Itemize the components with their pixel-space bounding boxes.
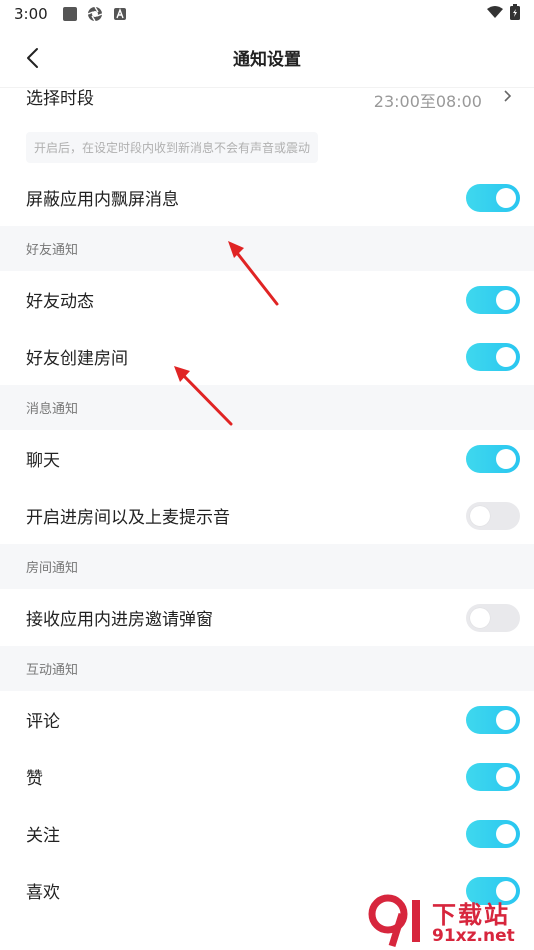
toggle-knob	[496, 289, 516, 310]
like-toggle[interactable]	[466, 762, 520, 791]
section-header-friend: 好友通知	[0, 226, 534, 271]
setting-row-comment: 评论	[0, 691, 534, 748]
battery-icon	[510, 4, 520, 24]
dnd-hint: 开启后，在设定时段内收到新消息不会有声音或震动	[26, 132, 319, 163]
section-header-interaction: 互动通知	[0, 646, 534, 691]
watermark-logo-icon	[368, 894, 420, 948]
friend-activity-toggle[interactable]	[466, 285, 520, 314]
setting-row-like: 赞	[0, 748, 534, 805]
setting-label: 接收应用内进房邀请弹窗	[26, 610, 213, 630]
back-arrow-icon[interactable]	[22, 46, 46, 70]
chat-toggle[interactable]	[466, 444, 520, 473]
watermark: 下载站 91xz.net	[362, 890, 532, 950]
dnd-hint-wrap: 开启后，在设定时段内收到新消息不会有声音或震动	[0, 120, 534, 169]
time-range-value: 23:00至08:00	[373, 92, 482, 111]
section-header-room: 房间通知	[0, 544, 534, 589]
friend-create-room-toggle[interactable]	[466, 342, 520, 371]
setting-label: 好友动态	[26, 292, 94, 312]
setting-label: 好友创建房间	[26, 349, 128, 369]
toggle-knob	[496, 448, 516, 469]
setting-label: 评论	[26, 712, 60, 732]
toggle-knob	[470, 505, 490, 526]
block-float-toggle[interactable]	[466, 183, 520, 212]
watermark-text: 下载站 91xz.net	[432, 895, 515, 946]
setting-label: 聊天	[26, 451, 60, 471]
toggle-knob	[470, 607, 490, 628]
block-float-row: 屏蔽应用内飘屏消息	[0, 169, 534, 226]
toggle-knob	[496, 766, 516, 787]
setting-row-follow: 关注	[0, 805, 534, 862]
setting-row-chat: 聊天	[0, 430, 534, 487]
setting-row-friend-activity: 好友动态	[0, 271, 534, 328]
time-range-row[interactable]: 选择时段 23:00至08:00	[0, 88, 534, 120]
toggle-knob	[496, 823, 516, 844]
watermark-bottom: 91xz.net	[432, 925, 515, 946]
status-time: 3:00	[14, 5, 48, 23]
toggle-knob	[496, 346, 516, 367]
time-range-label: 选择时段	[26, 89, 94, 109]
setting-row-room-sound: 开启进房间以及上麦提示音	[0, 487, 534, 544]
app-notification-icon	[112, 6, 128, 22]
section-header-message: 消息通知	[0, 385, 534, 430]
setting-label: 赞	[26, 769, 43, 789]
setting-row-room-invite: 接收应用内进房邀请弹窗	[0, 589, 534, 646]
gallery-notification-icon	[62, 6, 78, 22]
chevron-right-icon	[500, 88, 514, 102]
aperture-notification-icon	[87, 6, 103, 22]
status-bar: 3:00	[0, 0, 534, 28]
nav-bar: 通知设置	[0, 28, 534, 88]
block-float-label: 屏蔽应用内飘屏消息	[26, 190, 179, 210]
toggle-knob	[496, 709, 516, 730]
setting-label: 关注	[26, 826, 60, 846]
setting-row-friend-create-room: 好友创建房间	[0, 328, 534, 385]
setting-label: 开启进房间以及上麦提示音	[26, 508, 230, 528]
follow-toggle[interactable]	[466, 819, 520, 848]
room-invite-toggle[interactable]	[466, 603, 520, 632]
watermark-top: 下载站	[432, 900, 510, 929]
wifi-icon	[486, 5, 504, 23]
room-sound-toggle[interactable]	[466, 501, 520, 530]
page-title: 通知设置	[233, 50, 301, 70]
comment-toggle[interactable]	[466, 705, 520, 734]
toggle-knob	[496, 187, 516, 208]
